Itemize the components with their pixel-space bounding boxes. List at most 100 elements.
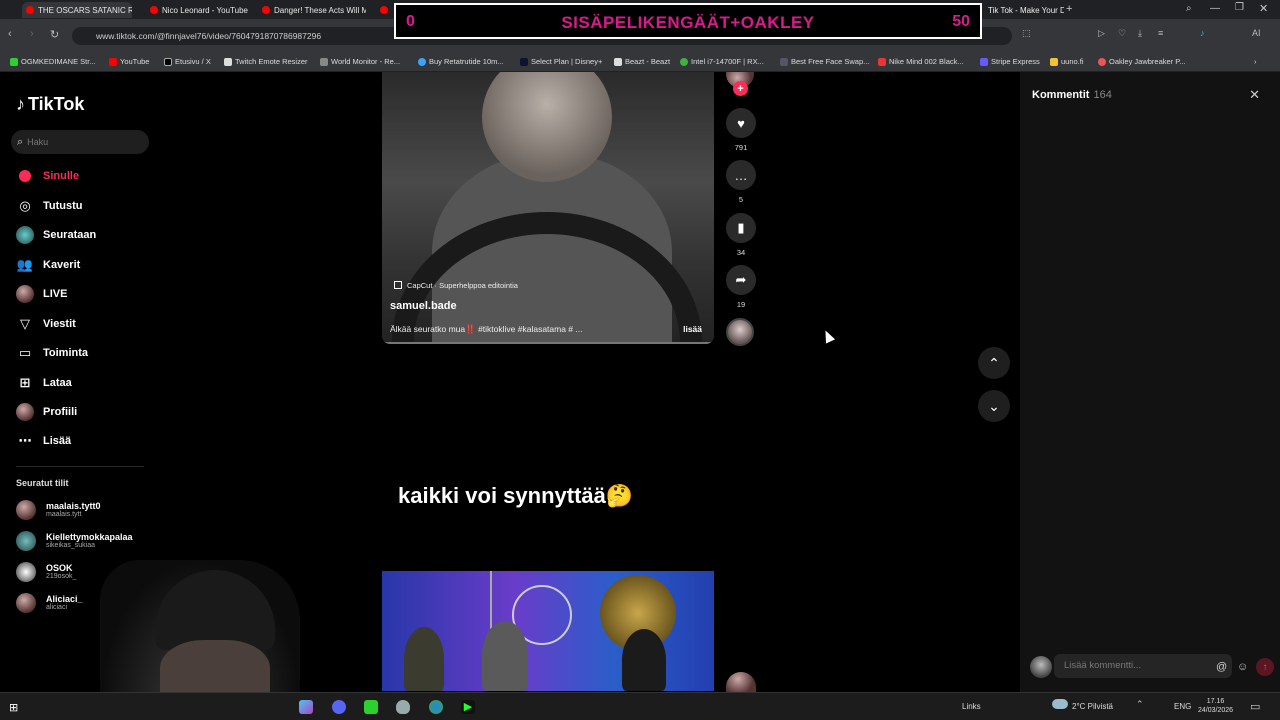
weather-text[interactable]: 2°C Pilvistä [1072,702,1113,711]
followed-account[interactable]: OSOK 219osok_ [16,562,76,582]
search-tabs-icon[interactable]: ⌕ [1186,3,1192,14]
bookmark[interactable]: Stripe Express [980,57,1040,66]
bookmark[interactable]: World Monitor - Re... [320,57,400,66]
followed-account[interactable]: maalais.tytt0 maalais.tytt [16,500,101,520]
discord-icon[interactable] [332,700,346,714]
copilot-icon[interactable] [299,700,313,714]
followed-account[interactable]: Kiellettymokkapalaa sikeikas_sukiaa [16,531,133,551]
bookmark[interactable]: Etusivu / X [164,57,211,66]
bookmark-label: uuno.fi [1061,57,1084,66]
bookmark[interactable]: Oakley Jawbreaker P... [1098,57,1186,66]
send-button[interactable]: ↑ [1256,658,1274,676]
bookmark[interactable]: Beazt - Beazt [614,57,670,66]
like-button[interactable]: ♥ [726,108,756,138]
video-player[interactable]: CapCut · Superhelppoa editointia samuel.… [382,72,714,344]
next-video-button[interactable]: ⌄ [978,390,1010,422]
ai-icon[interactable]: AI [1252,28,1261,38]
close-icon[interactable]: ✕ [1249,87,1260,103]
bookmark[interactable]: Best Free Face Swap... [780,57,869,66]
browser-tab[interactable]: Nico Leonard - YouTube [146,2,250,18]
comment-button[interactable]: … [726,160,756,190]
video-author[interactable]: samuel.bade [390,300,457,312]
tiktok-logo[interactable]: ♪ TikTok [16,94,84,115]
streamer-webcam [100,560,300,710]
nav-item-lisaa[interactable]: ⋯ Lisää [16,432,72,450]
bookmark[interactable]: Select Plan | Disney+ [520,57,602,66]
nav-item-live[interactable]: LIVE [16,285,67,303]
browser-tab[interactable]: Danger! These Acts Will M [258,2,366,18]
tiktok-extension-icon[interactable]: ♪ [1200,28,1205,38]
more-button[interactable]: lisää [683,324,702,334]
comment-input[interactable]: Lisää kommentti... [1054,654,1232,678]
chevron-up-icon[interactable]: ⌃ [1136,699,1144,710]
save-count: 34 [736,248,746,257]
extension-icon[interactable]: ⬚ [1022,28,1031,39]
nav-item-profiili[interactable]: Profiili [16,403,77,421]
previous-video-button[interactable]: ⌃ [978,347,1010,379]
video-player-2[interactable] [382,571,714,691]
shield-icon[interactable] [396,700,410,714]
music-disc[interactable] [726,318,754,346]
bookmark[interactable]: Buy Retatrutide 10m... [418,57,504,66]
download-icon[interactable]: ⤓ [1138,28,1142,39]
play-icon[interactable]: ▷ [1098,28,1105,39]
nav-item-sinulle[interactable]: Sinulle [16,167,79,185]
creator-avatar[interactable] [726,672,756,692]
browser-tab[interactable]: THE OSCARS SATANIC RIT [22,2,132,18]
mention-icon[interactable]: @ [1216,661,1227,673]
favorite-icon[interactable]: ♡ [1118,28,1126,39]
language-indicator[interactable]: ENG [1174,702,1191,711]
close-window-icon[interactable]: ✕ [1259,2,1268,15]
capcut-badge[interactable]: CapCut · Superhelppoa editointia [394,278,518,292]
stripe-icon [980,57,988,66]
nav-item-viestit[interactable]: ▽ Viestit [16,315,76,333]
bookmark[interactable]: Intel i7-14700F | RX... [680,57,764,66]
bookmarks-overflow-icon[interactable]: › [1254,57,1257,66]
youtube-icon [150,6,158,14]
bookmark[interactable]: OGMKEDIMANE Str... [10,57,96,66]
nav-item-seurataan[interactable]: Seurataan [16,226,96,244]
emoji-icon[interactable]: ☺ [1237,661,1248,673]
heart-icon: ♥ [737,115,745,131]
account-handle: maalais.tytt [46,511,82,518]
new-tab-icon[interactable]: + [1066,3,1072,15]
notification-icon[interactable]: ▭ [1250,700,1260,713]
nav-label: Viestit [43,318,76,330]
minimize-icon[interactable]: — [1210,3,1220,14]
search-input[interactable]: ⌕ Haku [11,130,149,154]
comments-panel: Kommentit 164 ✕ Lisää kommentti... @ ☺ ↑ [1020,72,1280,692]
bookmark[interactable]: YouTube [109,57,149,66]
edge-icon[interactable] [429,700,443,714]
nav-item-kaverit[interactable]: 👥 Kaverit [16,256,80,274]
nav-item-lataa[interactable]: ⊞ Lataa [16,374,72,392]
account-name: Aliciaci_ [46,594,83,604]
video-description: Älkää seuratko mua‼️ #tiktoklive #kalasa… [390,324,583,334]
video-caption: kaikki voi synnyttää🤔 [398,483,634,508]
bookmark[interactable]: uuno.fi [1050,57,1084,66]
video-progress-bar[interactable] [384,342,712,344]
nav-item-toiminta[interactable]: ▭ Toiminta [16,344,88,362]
forward-icon[interactable]: › [30,28,34,40]
back-icon[interactable]: ‹ [8,28,12,40]
followed-account[interactable]: Aliciaci_ aliciaci [16,593,83,613]
menu-icon[interactable]: ≡ [1158,28,1163,38]
follow-plus-icon[interactable]: + [733,81,748,96]
streaming-app-icon[interactable]: ▶ [461,700,475,714]
profile-icon [16,403,34,421]
nike-icon [878,57,886,66]
browser-tab[interactable]: Tik Tok - Make Your Day [984,2,1064,18]
bookmark-label: Best Free Face Swap... [791,57,870,66]
links-toolbar[interactable]: Links [962,702,981,711]
reload-icon[interactable]: ↻ [50,28,59,41]
nav-item-tutustu[interactable]: ◎ Tutustu [16,197,82,215]
share-button[interactable]: ➦ [726,265,756,295]
browser-tab[interactable] [376,2,392,18]
app-icon[interactable] [364,700,378,714]
maximize-icon[interactable]: ❐ [1235,2,1244,13]
save-button[interactable]: ▮ [726,213,756,243]
windows-start-icon[interactable]: ⊞ [9,701,18,714]
system-clock[interactable]: 17.16 24/03/2026 [1198,697,1233,715]
bookmark[interactable]: Twitch Emote Resizer [224,57,308,66]
bookmark-label: Stripe Express [991,57,1040,66]
bookmark[interactable]: Nike Mind 002 Black... [878,57,964,66]
